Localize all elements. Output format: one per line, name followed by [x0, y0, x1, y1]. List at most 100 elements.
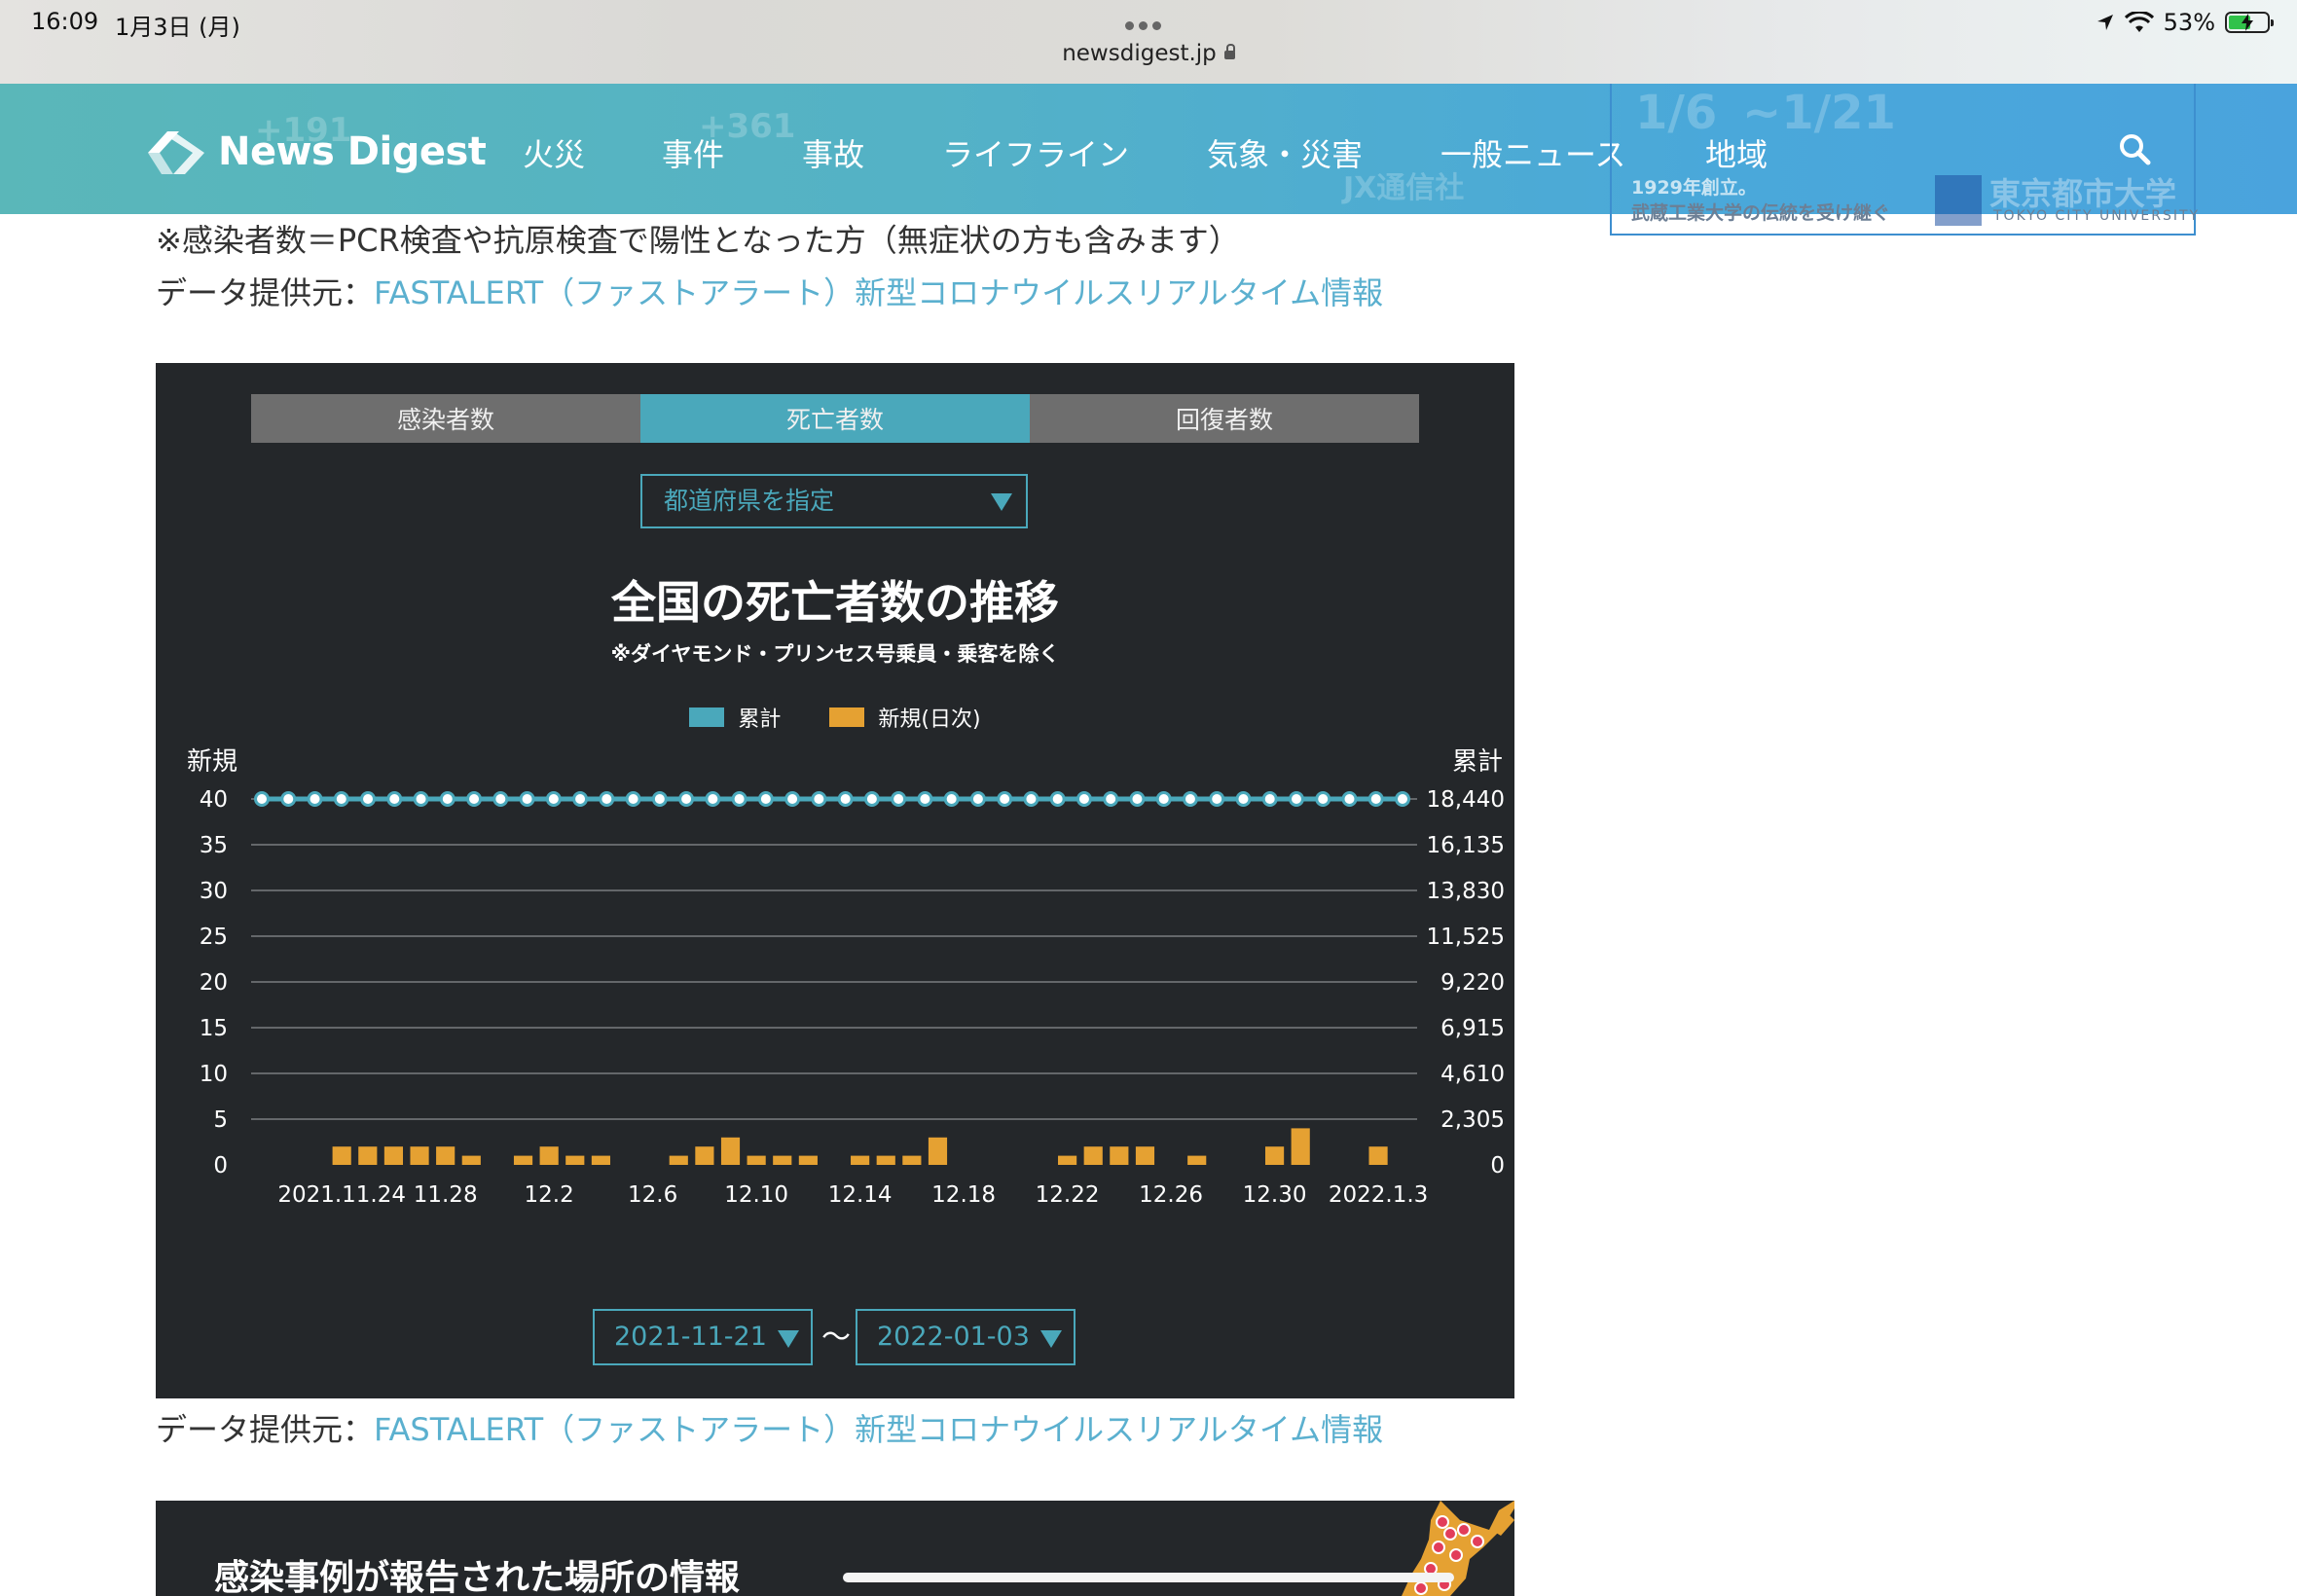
date-to-select[interactable]: 2022-01-03 — [856, 1309, 1076, 1365]
tab-recoveries[interactable]: 回復者数 — [1030, 394, 1419, 443]
nav-item-incident[interactable]: 事件 — [662, 130, 724, 175]
x-axis-tick: 12.10 — [724, 1182, 788, 1208]
nav-item-general-news[interactable]: 一般ニュース — [1440, 130, 1625, 175]
metric-tabs: 感染者数 死亡者数 回復者数 — [251, 394, 1419, 443]
source-link[interactable]: FASTALERT（ファストアラート）新型コロナウイルスリアルタイム情報 — [374, 274, 1383, 311]
x-axis-tick: 12.14 — [828, 1182, 893, 1208]
daily-death-bar — [1291, 1128, 1310, 1165]
home-indicator[interactable] — [843, 1573, 1454, 1582]
nav-item-accident[interactable]: 事故 — [802, 130, 864, 175]
cumulative-point — [731, 791, 747, 807]
cumulative-point — [811, 791, 827, 807]
x-axis-tick: 12.18 — [931, 1182, 996, 1208]
cumulative-point — [1103, 791, 1119, 807]
x-axis-tick: 12.30 — [1243, 1182, 1307, 1208]
left-axis-tick: 30 — [200, 879, 228, 904]
daily-death-bar — [851, 1155, 870, 1165]
x-axis-tick: 2022.1.3 — [1329, 1182, 1428, 1208]
daily-death-bar — [539, 1146, 559, 1165]
cumulative-point — [413, 791, 429, 807]
left-axis-tick: 35 — [200, 833, 228, 858]
nav-item-lifeline[interactable]: ライフライン — [942, 130, 1129, 175]
battery-percent: 53% — [2163, 9, 2215, 36]
cumulative-point — [1315, 791, 1331, 807]
cumulative-point — [280, 791, 297, 807]
daily-death-bar — [1368, 1146, 1388, 1165]
legend-item-cumulative[interactable]: 累計 — [689, 702, 781, 733]
daily-death-bar — [669, 1155, 688, 1165]
chart-subtitle: ※ダイヤモンド・プリンセス号乗員・乗客を除く — [610, 642, 1060, 666]
daily-death-bar — [410, 1146, 429, 1165]
location-arrow-icon — [2096, 15, 2113, 30]
right-axis-tick: 2,305 — [1440, 1107, 1505, 1133]
cumulative-point — [599, 791, 615, 807]
x-axis-tick: 12.6 — [628, 1182, 677, 1208]
cumulative-point — [307, 791, 323, 807]
left-axis-tick: 25 — [200, 925, 228, 950]
cumulative-point — [492, 791, 509, 807]
dropdown-triangle-icon — [778, 1330, 799, 1348]
left-axis-tick: 0 — [213, 1153, 228, 1179]
prefecture-select[interactable]: 都道府県を指定 — [640, 474, 1028, 528]
site-logo[interactable]: News Digest — [146, 123, 487, 181]
url-text: newsdigest.jp — [1062, 41, 1217, 66]
cumulative-point — [917, 791, 933, 807]
legend-swatch — [689, 707, 725, 727]
lock-icon — [1223, 44, 1235, 59]
x-axis-tick: 11.28 — [414, 1182, 478, 1208]
right-axis-tick: 9,220 — [1440, 970, 1505, 996]
date-range-separator: 〜 — [821, 1321, 851, 1355]
cumulative-point — [254, 791, 270, 807]
status-time: 16:09 — [31, 8, 99, 35]
ad-university-en: TOKYO CITY UNIVERSITY — [1993, 208, 2201, 224]
logo-text: News Digest — [218, 129, 487, 174]
right-axis-tick: 18,440 — [1427, 787, 1505, 813]
cumulative-point — [1129, 791, 1146, 807]
source-link[interactable]: FASTALERT（ファストアラート）新型コロナウイルスリアルタイム情報 — [374, 1411, 1383, 1448]
death-chart-widget: 感染者数 死亡者数 回復者数 都道府県を指定 全国の死亡者数の推移 ※ダイヤモン… — [156, 363, 1514, 1398]
prefecture-select-value: 都道府県を指定 — [664, 487, 835, 515]
daily-death-bar — [902, 1155, 922, 1165]
cumulative-point — [1235, 791, 1252, 807]
cumulative-point — [1076, 791, 1092, 807]
daily-death-bar — [1135, 1146, 1155, 1165]
right-axis-tick: 0 — [1490, 1153, 1505, 1179]
legend-item-daily[interactable]: 新規(日次) — [829, 702, 981, 733]
daily-death-bar — [798, 1155, 818, 1165]
daily-death-bar — [383, 1146, 404, 1165]
x-axis-tick: 12.26 — [1139, 1182, 1203, 1208]
tab-infections[interactable]: 感染者数 — [251, 394, 640, 443]
cumulative-point — [784, 791, 801, 807]
status-indicators: 53% — [2096, 6, 2274, 39]
wifi-icon — [2124, 12, 2154, 32]
tab-deaths[interactable]: 死亡者数 — [640, 394, 1030, 443]
cumulative-point — [1155, 791, 1172, 807]
daily-death-bar — [876, 1155, 895, 1165]
cumulative-point — [1288, 791, 1304, 807]
status-date: 1月3日 (月) — [115, 14, 240, 41]
cumulative-point — [705, 791, 721, 807]
source-label: データ提供元： — [156, 274, 375, 311]
date-to-value: 2022-01-03 — [877, 1322, 1030, 1352]
status-bar: 16:09 1月3日 (月) newsdigest.jp 53% — [0, 0, 2297, 84]
cumulative-point — [545, 791, 562, 807]
left-axis-tick: 40 — [200, 787, 228, 813]
daily-death-bar — [928, 1137, 948, 1165]
cumulative-point — [466, 791, 483, 807]
multitasking-dots-icon[interactable] — [1125, 16, 1170, 30]
address-bar[interactable]: newsdigest.jp — [0, 41, 2297, 66]
right-axis-tick: 4,610 — [1440, 1062, 1505, 1087]
x-axis-tick: 12.22 — [1036, 1182, 1100, 1208]
nav-item-fire[interactable]: 火災 — [523, 130, 585, 175]
daily-death-bar — [513, 1155, 533, 1165]
cumulative-point — [969, 791, 986, 807]
date-from-select[interactable]: 2021-11-21 — [593, 1309, 813, 1365]
daily-death-bar — [1110, 1146, 1129, 1165]
daily-death-bar — [747, 1155, 766, 1165]
cumulative-point — [519, 791, 535, 807]
nav-item-weather-disaster[interactable]: 気象・災害 — [1207, 130, 1363, 175]
cumulative-point — [439, 791, 456, 807]
cumulative-point — [1023, 791, 1039, 807]
left-axis-tick: 5 — [213, 1107, 228, 1133]
daily-death-bar — [591, 1155, 610, 1165]
